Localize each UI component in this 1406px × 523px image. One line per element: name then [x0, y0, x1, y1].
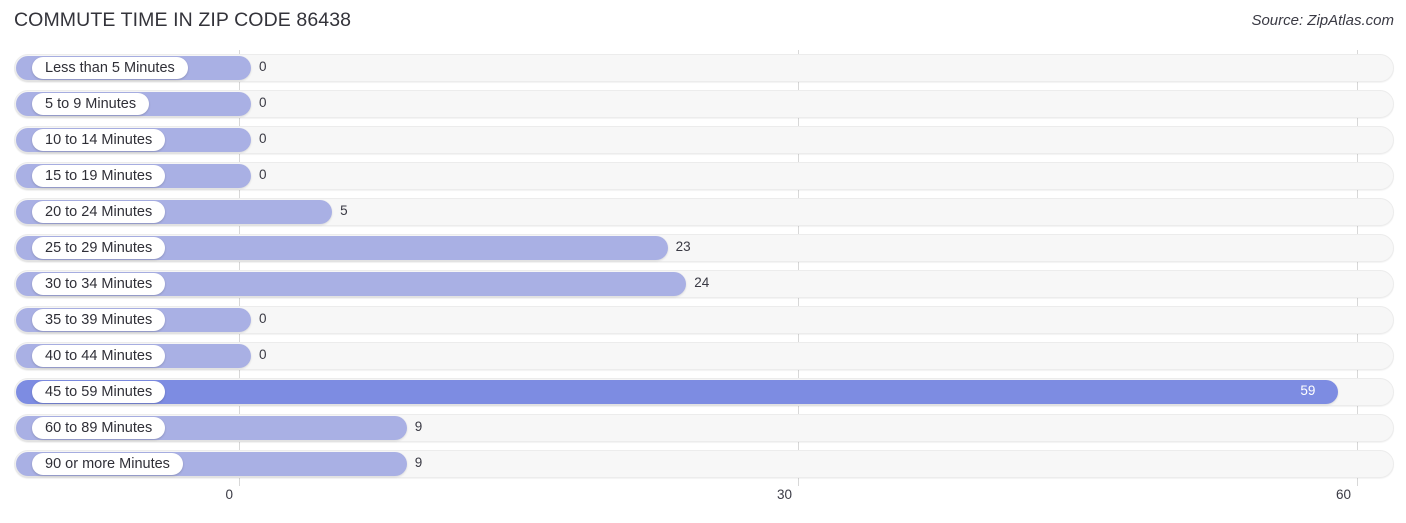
bar-row[interactable]: Less than 5 Minutes 0: [14, 54, 1394, 82]
bar-category-label: 35 to 39 Minutes: [45, 311, 153, 328]
bar-value-label: 0: [259, 167, 267, 182]
source-attribution: Source: ZipAtlas.com: [1251, 12, 1394, 29]
x-axis-tick-30: 30: [776, 487, 792, 502]
bar-category-label: 45 to 59 Minutes: [45, 383, 153, 400]
bar-row[interactable]: 90 or more Minutes 9: [14, 450, 1394, 478]
bar-row[interactable]: 30 to 34 Minutes 24: [14, 270, 1394, 298]
bar-category-label: 40 to 44 Minutes: [45, 347, 153, 364]
bar-row[interactable]: 35 to 39 Minutes 0: [14, 306, 1394, 334]
bar-row[interactable]: 5 to 9 Minutes 0: [14, 90, 1394, 118]
bar-fill: [16, 380, 1339, 404]
bar-category-label: 30 to 34 Minutes: [45, 275, 153, 292]
bar-value-label: 9: [414, 419, 423, 434]
bar-row[interactable]: 40 to 44 Minutes 0: [14, 342, 1394, 370]
plot-area: Less than 5 Minutes 0 5 to 9 Minutes 0 10 to…: [0, 50, 1406, 486]
bar-category-pill: 35 to 39 Minutes: [32, 309, 166, 331]
bar-category-pill: 60 to 89 Minutes: [32, 417, 166, 439]
bar-category-pill: 15 to 19 Minutes: [32, 165, 166, 187]
bar-value-label: 23: [675, 239, 691, 254]
bar-value-label: 59: [1300, 383, 1316, 398]
bar-category-pill: 45 to 59 Minutes: [32, 381, 166, 403]
bar-value-label: 24: [694, 275, 710, 290]
bar-category-pill: 25 to 29 Minutes: [32, 237, 166, 259]
bar-row[interactable]: 15 to 19 Minutes 0: [14, 162, 1394, 190]
page-title: COMMUTE TIME IN ZIP CODE 86438: [14, 9, 352, 31]
bar-row[interactable]: 45 to 59 Minutes 59: [14, 378, 1394, 406]
bar-category-pill: 90 or more Minutes: [32, 453, 183, 475]
bar-value-label: 0: [259, 347, 267, 362]
bar-category-label: Less than 5 Minutes: [45, 59, 175, 76]
bar-row[interactable]: 10 to 14 Minutes 0: [14, 126, 1394, 154]
bar-category-pill: 20 to 24 Minutes: [32, 201, 166, 223]
bar-category-label: 15 to 19 Minutes: [45, 167, 153, 184]
bar-value-label: 5: [340, 203, 348, 218]
bar-category-label: 10 to 14 Minutes: [45, 131, 153, 148]
bar-value-label: 0: [259, 311, 267, 326]
x-axis-tick-60: 60: [1335, 487, 1351, 502]
bar-value-label: 9: [414, 455, 423, 470]
bar-value-label: 0: [259, 131, 267, 146]
bar-row[interactable]: 25 to 29 Minutes 23: [14, 234, 1394, 262]
bar-row[interactable]: 60 to 89 Minutes 9: [14, 414, 1394, 442]
bar-category-label: 60 to 89 Minutes: [45, 419, 153, 436]
bar-category-pill: 30 to 34 Minutes: [32, 273, 166, 295]
bar-value-label: 0: [259, 95, 267, 110]
bar-row[interactable]: 20 to 24 Minutes 5: [14, 198, 1394, 226]
bar-category-pill: 10 to 14 Minutes: [32, 129, 166, 151]
bar-category-label: 5 to 9 Minutes: [45, 95, 137, 112]
bar-category-pill: 5 to 9 Minutes: [32, 93, 150, 115]
x-axis: 0 30 60: [0, 487, 1406, 517]
bar-category-pill: Less than 5 Minutes: [32, 57, 188, 79]
bar-category-label: 90 or more Minutes: [45, 455, 170, 472]
x-axis-tick-0: 0: [225, 487, 233, 502]
bar-category-label: 20 to 24 Minutes: [45, 203, 153, 220]
bar-value-label: 0: [259, 59, 267, 74]
commute-time-chart: COMMUTE TIME IN ZIP CODE 86438 Source: Z…: [0, 0, 1406, 523]
bar-category-label: 25 to 29 Minutes: [45, 239, 153, 256]
bar-category-pill: 40 to 44 Minutes: [32, 345, 166, 367]
